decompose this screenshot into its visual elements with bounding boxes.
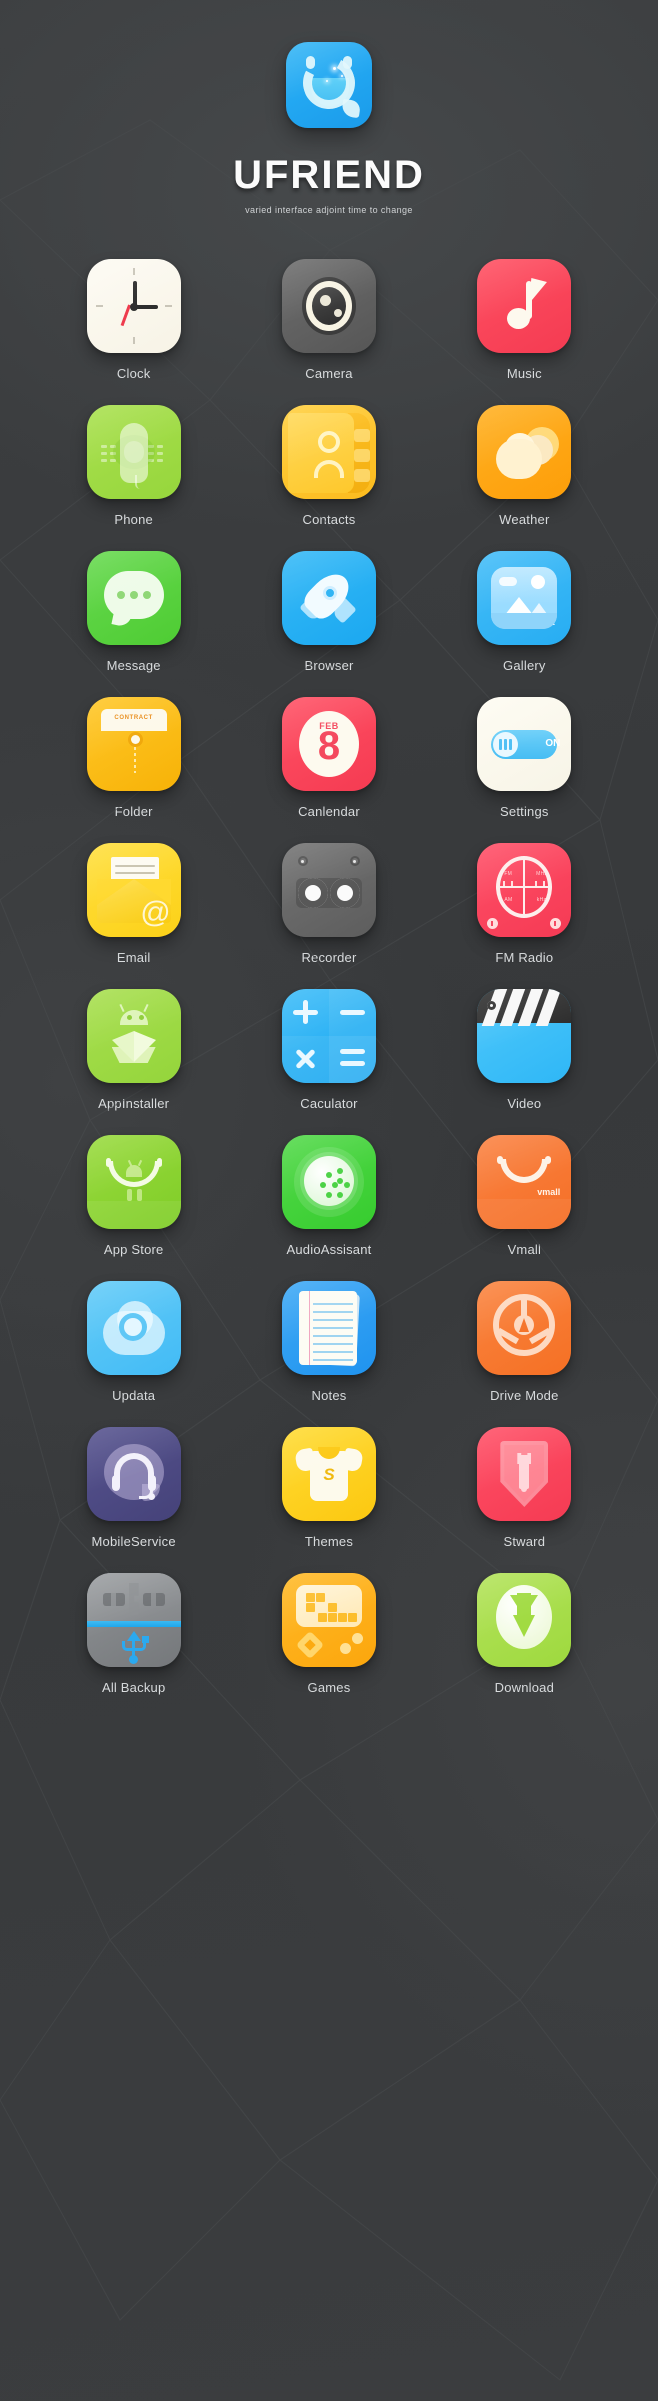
app-cell: Updata	[36, 1281, 231, 1403]
app-label: Message	[106, 658, 161, 673]
app-label: Browser	[304, 658, 354, 673]
envelope-folder-icon[interactable]: CONTRACT	[86, 697, 181, 791]
app-cell: Phone	[36, 405, 231, 527]
weather-cloud-sun-icon[interactable]	[477, 405, 572, 499]
app-label: Gallery	[503, 658, 546, 673]
app-cell: MobileService	[36, 1427, 231, 1549]
radio-dial-icon[interactable]: FM MHz AM kHz	[477, 843, 572, 937]
app-icon-grid: Clock Camera Music Phone Contacts Weather M…	[0, 259, 658, 1695]
app-label: Stward	[503, 1534, 546, 1549]
app-label: All Backup	[101, 1680, 166, 1695]
app-label: Camera	[305, 366, 353, 381]
chat-bubble-icon[interactable]	[86, 551, 181, 645]
app-label: Canlendar	[298, 804, 360, 819]
brand-title: UFRIEND	[233, 153, 425, 197]
app-label: Notes	[311, 1388, 347, 1403]
speaker-disc-icon[interactable]	[281, 1135, 376, 1229]
app-label: Folder	[114, 804, 153, 819]
app-cell: vmall Vmall	[427, 1135, 622, 1257]
android-box-icon[interactable]	[86, 989, 181, 1083]
app-cell: @ Email	[36, 843, 231, 965]
app-label: Email	[116, 950, 151, 965]
app-cell: Contacts	[231, 405, 426, 527]
tape-recorder-icon[interactable]	[281, 843, 376, 937]
app-label: Download	[494, 1680, 555, 1695]
app-label: Games	[307, 1680, 351, 1695]
app-cell: CONTRACT Folder	[36, 697, 231, 819]
app-label: Drive Mode	[490, 1388, 559, 1403]
app-cell: Message	[36, 551, 231, 673]
brand-tagline: varied interface adjoint time to change	[245, 205, 413, 215]
shopping-bag-icon[interactable]: vmall	[477, 1135, 572, 1229]
lined-paper-icon[interactable]	[281, 1281, 376, 1375]
contacts-book-icon[interactable]	[281, 405, 376, 499]
app-cell: Drive Mode	[427, 1281, 622, 1403]
app-cell: Video	[427, 989, 622, 1111]
app-label: Phone	[114, 512, 153, 527]
app-cell: Notes	[231, 1281, 426, 1403]
app-label: Caculator	[300, 1096, 358, 1111]
app-cell: AppInstaller	[36, 989, 231, 1111]
headset-bubble-icon[interactable]	[86, 1427, 181, 1521]
app-cell: Stward	[427, 1427, 622, 1549]
app-label: Music	[506, 366, 542, 381]
app-label: Video	[507, 1096, 542, 1111]
usb-backup-icon[interactable]	[86, 1573, 181, 1667]
music-note-icon[interactable]	[477, 259, 572, 353]
app-label: AppInstaller	[98, 1096, 170, 1111]
app-cell: ON Settings	[427, 697, 622, 819]
app-cell: Weather	[427, 405, 622, 527]
download-arrow-icon[interactable]	[477, 1573, 572, 1667]
app-cell: Download	[427, 1573, 622, 1695]
app-cell: Clock	[36, 259, 231, 381]
app-label: FM Radio	[495, 950, 554, 965]
phone-handset-icon[interactable]	[86, 405, 181, 499]
app-cell: Music	[427, 259, 622, 381]
clapperboard-icon[interactable]	[477, 989, 572, 1083]
app-cell: Browser	[231, 551, 426, 673]
app-label: AudioAssisant	[286, 1242, 372, 1257]
envelope-at-icon[interactable]: @	[86, 843, 181, 937]
app-cell: FEB8 Canlendar	[231, 697, 426, 819]
rocket-icon[interactable]	[281, 551, 376, 645]
app-cell: S Themes	[231, 1427, 426, 1549]
app-header: UFRIEND varied interface adjoint time to…	[0, 0, 658, 215]
ufriend-logo-icon	[286, 42, 372, 128]
app-cell: Recorder	[231, 843, 426, 965]
steering-wheel-icon[interactable]	[477, 1281, 572, 1375]
app-label: MobileService	[91, 1534, 176, 1549]
app-cell: FM MHz AM kHz FM Radio	[427, 843, 622, 965]
app-cell: Camera	[231, 259, 426, 381]
camera-icon[interactable]	[281, 259, 376, 353]
tshirt-icon[interactable]: S	[281, 1427, 376, 1521]
cloud-sync-icon[interactable]	[86, 1281, 181, 1375]
mountain-photo-icon[interactable]	[477, 551, 572, 645]
app-label: Clock	[116, 366, 151, 381]
app-label: Themes	[304, 1534, 354, 1549]
calculator-icon[interactable]	[281, 989, 376, 1083]
app-label: Vmall	[507, 1242, 542, 1257]
toggle-switch-icon[interactable]: ON	[477, 697, 572, 791]
handheld-console-icon[interactable]	[281, 1573, 376, 1667]
app-cell: All Backup	[36, 1573, 231, 1695]
shopping-bag-android-icon[interactable]	[86, 1135, 181, 1229]
app-label: Weather	[499, 512, 550, 527]
app-cell: Gallery	[427, 551, 622, 673]
app-cell: Caculator	[231, 989, 426, 1111]
app-label: App Store	[103, 1242, 164, 1257]
clock-icon[interactable]	[86, 259, 181, 353]
app-label: Recorder	[301, 950, 357, 965]
app-label: Updata	[112, 1388, 156, 1403]
app-label: Settings	[500, 804, 549, 819]
app-label: Contacts	[302, 512, 356, 527]
app-cell: AudioAssisant	[231, 1135, 426, 1257]
logo-wrapper	[286, 42, 372, 128]
app-cell: App Store	[36, 1135, 231, 1257]
shield-wrench-icon[interactable]	[477, 1427, 572, 1521]
app-cell: Games	[231, 1573, 426, 1695]
calendar-icon[interactable]: FEB8	[281, 697, 376, 791]
